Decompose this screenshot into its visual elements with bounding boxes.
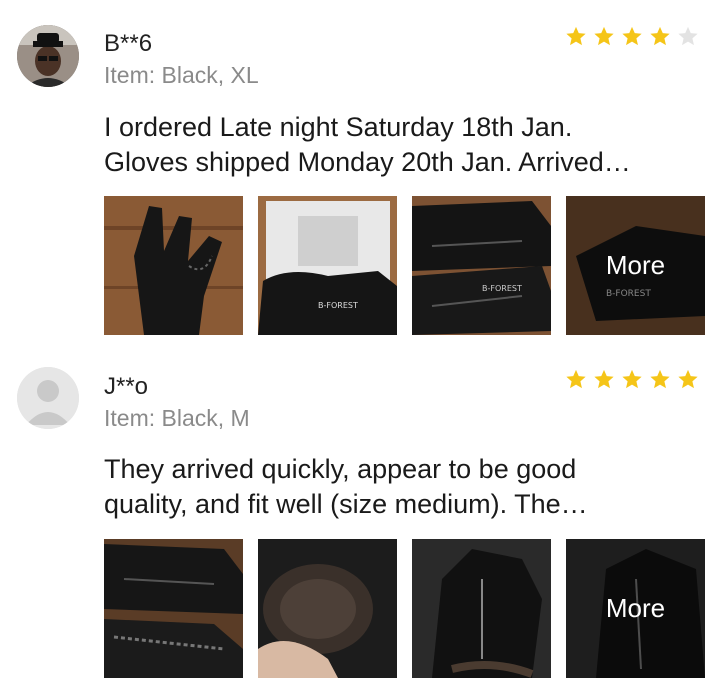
star-empty-icon xyxy=(678,26,698,46)
review-card: B**6 Item: Black, XL I ordered Late nigh… xyxy=(0,0,726,345)
review-photo-more[interactable]: B-FOREST More xyxy=(566,196,705,335)
star-icon xyxy=(622,26,642,46)
review-photo[interactable] xyxy=(104,539,243,678)
review-photo-more[interactable]: More xyxy=(566,539,705,678)
review-text-line: They arrived quickly, appear to be good xyxy=(104,454,577,484)
star-icon xyxy=(650,26,670,46)
more-photos-label: More xyxy=(566,539,705,678)
more-photos-label: More xyxy=(566,196,705,335)
star-icon xyxy=(650,369,670,389)
review-card: J**o Item: Black, M They arrived quickly… xyxy=(0,345,726,698)
svg-text:B-FOREST: B-FOREST xyxy=(318,301,358,310)
star-rating xyxy=(565,368,699,390)
avatar[interactable] xyxy=(17,367,79,429)
svg-text:B-FOREST: B-FOREST xyxy=(482,284,522,293)
photo-strip: B-FOREST B-FOREST B-FOREST More xyxy=(104,196,705,335)
star-icon xyxy=(594,26,614,46)
reviewer-name: J**o xyxy=(104,373,149,400)
review-photo[interactable] xyxy=(104,196,243,335)
review-photo[interactable] xyxy=(258,539,397,678)
item-variant: Item: Black, XL xyxy=(104,62,259,88)
star-rating xyxy=(565,25,699,47)
star-icon xyxy=(678,369,698,389)
star-icon xyxy=(566,369,586,389)
review-text[interactable]: I ordered Late night Saturday 18th Jan. … xyxy=(104,110,704,180)
review-text-line: Gloves shipped Monday 20th Jan. Arrived… xyxy=(104,147,631,177)
review-text-line: I ordered Late night Saturday 18th Jan. xyxy=(104,112,573,142)
star-icon xyxy=(622,369,642,389)
review-text-line: quality, and fit well (size medium). The… xyxy=(104,489,588,519)
star-icon xyxy=(594,369,614,389)
avatar[interactable] xyxy=(17,25,79,87)
review-photo[interactable] xyxy=(412,539,551,678)
review-photo[interactable]: B-FOREST xyxy=(412,196,551,335)
review-photo[interactable]: B-FOREST xyxy=(258,196,397,335)
photo-strip: More xyxy=(104,539,705,678)
item-variant: Item: Black, M xyxy=(104,405,250,431)
review-text[interactable]: They arrived quickly, appear to be good … xyxy=(104,452,704,522)
star-icon xyxy=(566,26,586,46)
reviewer-name: B**6 xyxy=(104,30,153,57)
